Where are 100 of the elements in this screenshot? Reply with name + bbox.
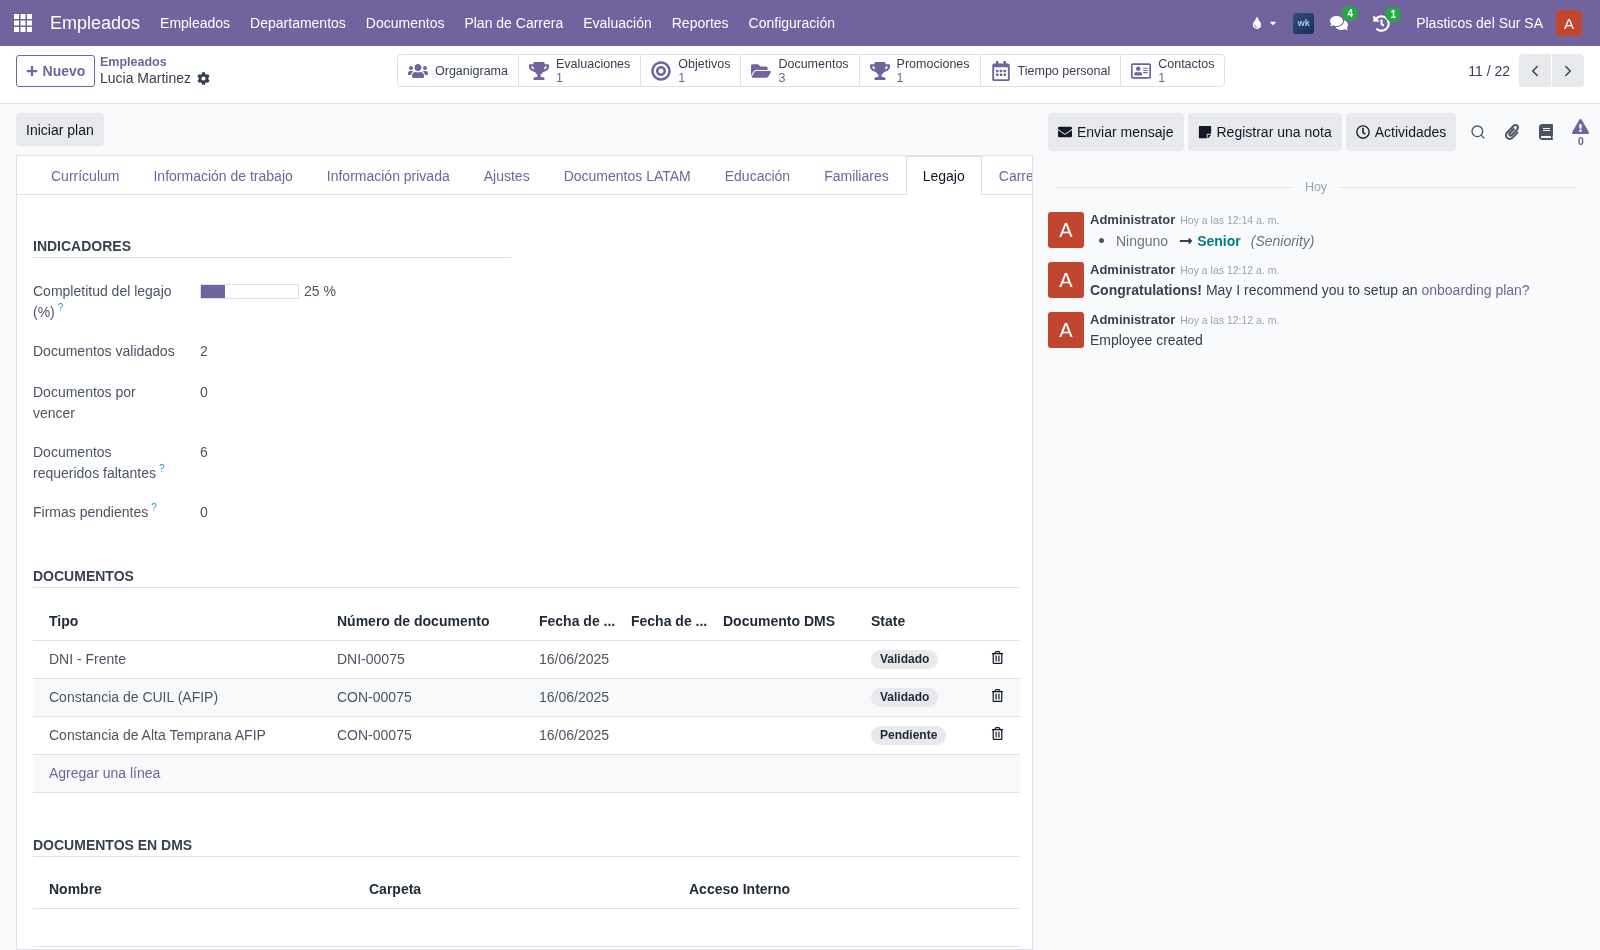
send-message-button[interactable]: Enviar mensaje — [1048, 113, 1184, 151]
table-cell: CON-00075 — [337, 689, 412, 705]
tab[interactable]: Ajustes — [466, 156, 547, 195]
pager-value[interactable]: 11 / 22 — [1468, 62, 1510, 79]
table-cell: CON-00075 — [337, 727, 412, 743]
menu-item[interactable]: Empleados — [150, 15, 241, 31]
column-header[interactable]: Fecha de ... — [615, 596, 707, 640]
section-title: INDICADORES — [33, 236, 511, 258]
contact-card-icon — [1131, 60, 1152, 81]
trash-icon[interactable] — [991, 727, 1004, 740]
message-text: Congratulations! May I recommend you to setup an onboarding plan? — [1090, 281, 1530, 300]
table-cell: Constancia de CUIL (AFIP) — [49, 689, 219, 705]
field-name: (Seniority) — [1250, 232, 1315, 249]
status-tag: Validado — [871, 687, 939, 707]
count-badge: 4 — [1342, 6, 1359, 21]
smart-button[interactable]: Objetivos 1 — [640, 55, 741, 86]
trophy-icon — [869, 60, 890, 81]
calendar-icon — [990, 60, 1011, 81]
company-name[interactable]: Plasticos del Sur SA — [1416, 15, 1543, 31]
apps-menu-icon[interactable] — [14, 14, 32, 32]
column-header[interactable]: Documento DMS — [707, 596, 855, 640]
avatar: A — [1048, 312, 1084, 348]
clock-icon — [1355, 125, 1370, 139]
menu-item[interactable]: Reportes — [661, 15, 739, 31]
new-value: Senior — [1197, 232, 1241, 249]
table-cell: DNI - Frente — [49, 651, 126, 667]
trophy-icon — [528, 60, 549, 81]
bullet-icon — [1099, 238, 1104, 243]
author-name: Administrator — [1090, 212, 1176, 227]
tab[interactable]: Familiares — [807, 156, 906, 195]
smart-button[interactable]: Documentos 3 — [740, 55, 859, 86]
user-avatar[interactable]: A — [1556, 10, 1582, 36]
field-label: Documentos por vencer — [33, 383, 137, 423]
tab[interactable]: Información privada — [309, 156, 467, 195]
clock-icon[interactable] — [1373, 14, 1391, 32]
add-line-link[interactable]: Agregar una línea — [49, 765, 161, 781]
column-header[interactable]: Nombre — [33, 864, 353, 909]
plus-icon — [25, 64, 38, 77]
trash-icon[interactable] — [991, 689, 1004, 702]
chat-icon[interactable] — [1330, 14, 1349, 32]
new-button[interactable]: Nuevo — [16, 54, 95, 87]
app-title[interactable]: Empleados — [50, 12, 141, 34]
envelope-icon — [1058, 125, 1072, 139]
menu-item[interactable]: Documentos — [355, 15, 455, 31]
column-header[interactable]: Fecha de ... — [523, 596, 615, 640]
message-date: Hoy a las 12:12 a. m. — [1180, 263, 1280, 278]
field-label: Firmas pendientes $^{?}$ — [33, 502, 158, 522]
column-header[interactable]: Carpeta — [353, 864, 673, 909]
paperclip-icon[interactable] — [1504, 124, 1521, 140]
app-logo[interactable]: wk — [1293, 12, 1315, 34]
progress-value: 25 % — [304, 282, 336, 301]
tab[interactable]: Educación — [707, 156, 808, 195]
field-value: 6 — [200, 443, 208, 462]
tab[interactable]: Legajo — [905, 156, 982, 195]
search-icon[interactable] — [1470, 124, 1487, 140]
count-badge: 1 — [1385, 6, 1402, 22]
menu-item[interactable]: Plan de Carrera — [454, 15, 574, 31]
gear-icon[interactable] — [197, 71, 211, 85]
tab[interactable]: Currículum — [34, 156, 137, 195]
table-cell: Constancia de Alta Temprana AFIP — [49, 727, 266, 743]
record-name: Lucia Martinez — [100, 69, 192, 87]
message-text: Employee created — [1090, 331, 1204, 350]
status-tag: Pendiente — [871, 725, 947, 745]
section-title: DOCUMENTOS — [33, 566, 1019, 588]
tab[interactable]: Información de trabajo — [136, 156, 310, 195]
field-value: 0 — [200, 383, 208, 402]
avatar: A — [1048, 212, 1084, 248]
table-cell: 16/06/2025 — [539, 727, 610, 743]
smart-button[interactable]: Promociones 1 — [858, 55, 980, 86]
alert-count: 0 — [1577, 134, 1584, 147]
smart-button[interactable]: Tiempo personal — [979, 55, 1121, 86]
drop-icon[interactable] — [1251, 17, 1264, 29]
log-note-button[interactable]: Registrar una nota — [1187, 113, 1342, 151]
book-icon[interactable] — [1538, 124, 1555, 140]
menu-item[interactable]: Evaluación — [573, 15, 662, 31]
trash-icon[interactable] — [991, 651, 1004, 664]
avatar: A — [1048, 262, 1084, 298]
menu-item[interactable]: Departamentos — [240, 15, 356, 31]
message-date: Hoy a las 12:14 a. m. — [1180, 213, 1280, 228]
smart-button[interactable]: Evaluaciones 1 — [517, 55, 641, 86]
menu-item[interactable]: Configuración — [738, 15, 845, 31]
field-label: Completitud del legajo (%) $^{?}$ — [33, 282, 173, 322]
warning-icon[interactable] — [1572, 117, 1590, 135]
smart-button[interactable]: Organigrama — [398, 55, 518, 86]
column-header[interactable]: State — [855, 596, 975, 640]
column-header[interactable]: Número de documento — [321, 596, 523, 640]
action-button[interactable]: Iniciar plan — [16, 113, 104, 146]
tab[interactable]: Documentos LATAM — [546, 156, 708, 195]
old-value: Ninguno — [1116, 232, 1169, 249]
smart-button[interactable]: Contactos 1 — [1120, 55, 1225, 86]
activities-button[interactable]: Actividades — [1345, 113, 1457, 151]
onboarding-plan-link[interactable]: onboarding plan? — [1421, 282, 1530, 298]
table-cell: 16/06/2025 — [539, 651, 610, 667]
column-header[interactable]: Tipo — [33, 596, 321, 640]
message-date: Hoy a las 12:12 a. m. — [1180, 313, 1280, 328]
field-value: 0 — [200, 503, 208, 522]
field-value: 2 — [200, 342, 208, 361]
column-header[interactable]: Acceso Interno — [673, 864, 1019, 909]
target-icon — [651, 60, 672, 81]
breadcrumb-link[interactable]: Empleados — [100, 54, 211, 70]
